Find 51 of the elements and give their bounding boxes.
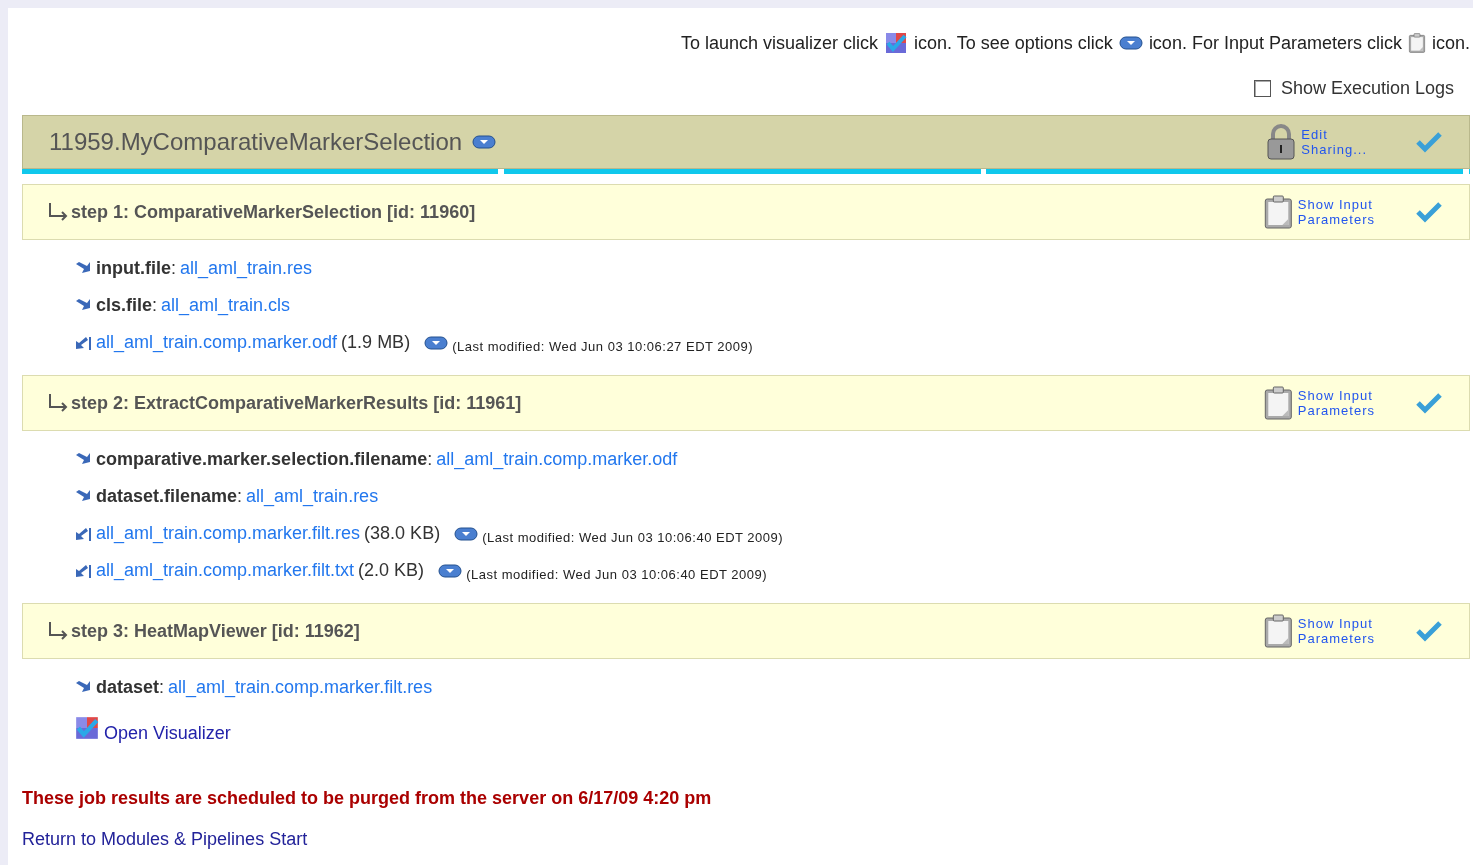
file-link[interactable]: all_aml_train.comp.marker.odf [436,449,678,470]
parameter-name: comparative.marker.selection.filename: [96,449,433,470]
output-arrow-icon [74,334,92,351]
output-arrow-icon [74,562,92,579]
instruction-text: To launch visualizer click [681,32,879,54]
clipboard-icon[interactable] [1263,614,1294,648]
show-input-parameters-link[interactable]: Show Input Parameters [1297,197,1375,227]
options-icon[interactable] [454,526,479,541]
parameter-name: dataset.filename: [96,486,243,507]
options-icon[interactable] [424,335,449,350]
step-title: step 1: ComparativeMarkerSelection [id: 11960] [71,201,476,223]
file-size: (2.0 KB) [358,560,425,581]
clipboard-icon[interactable] [1407,33,1426,53]
instruction-text: icon. To see options click [914,32,1113,54]
last-modified-text: (Last modified: Wed Jun 03 10:06:27 EDT 2009) [452,339,754,356]
visualizer-icon[interactable] [74,715,100,741]
file-size: (38.0 KB) [364,523,441,544]
last-modified-text: (Last modified: Wed Jun 03 10:06:40 EDT 2009) [466,567,768,584]
file-link[interactable]: all_aml_train.res [246,486,379,507]
file-link[interactable]: all_aml_train.comp.marker.filt.res [96,523,361,544]
visualizer-icon[interactable] [884,31,909,55]
parameter-name: input.file: [96,258,176,279]
output-arrow-icon [74,525,92,542]
open-visualizer-link[interactable]: Open Visualizer [104,722,231,744]
clipboard-icon[interactable] [1263,386,1294,420]
instruction-text: icon. For Input Parameters click [1148,32,1402,54]
lock-icon[interactable] [1265,124,1298,160]
options-icon[interactable] [472,135,497,149]
step-title: step 2: ExtractComparativeMarkerResults [id: 11961] [71,392,522,414]
logs-label: Show Execution Logs [1280,78,1454,99]
step-title: step 3: HeatMapViewer [id: 11962] [71,620,360,642]
show-input-parameters-link[interactable]: Show Input Parameters [1297,616,1375,646]
return-link[interactable]: Return to Modules & Pipelines Start [22,829,308,850]
instruction-text: icon. [1431,32,1470,54]
purge-notice: These job results are scheduled to be purged from the server on 6/17/09 4:20 pm [22,788,713,809]
file-link[interactable]: all_aml_train.res [180,258,313,279]
last-modified-text: (Last modified: Wed Jun 03 10:06:40 EDT 2009) [482,530,784,547]
file-link[interactable]: all_aml_train.comp.marker.filt.res [168,677,433,698]
parameter-name: cls.file: [96,295,158,316]
job-title: 11959.MyComparativeMarkerSelection [49,128,463,156]
options-icon[interactable] [438,563,463,578]
edit-sharing-link[interactable]: Edit Sharing... [1301,127,1367,157]
file-link[interactable]: all_aml_train.cls [161,295,291,316]
parameter-name: dataset: [96,677,165,698]
file-link[interactable]: all_aml_train.comp.marker.odf [96,332,338,353]
logs-checkbox[interactable] [1253,80,1271,97]
options-icon[interactable] [1118,36,1143,50]
file-link[interactable]: all_aml_train.comp.marker.filt.txt [96,560,355,581]
show-input-parameters-link[interactable]: Show Input Parameters [1297,388,1375,418]
file-size: (1.9 MB) [341,332,411,353]
clipboard-icon[interactable] [1263,195,1294,229]
